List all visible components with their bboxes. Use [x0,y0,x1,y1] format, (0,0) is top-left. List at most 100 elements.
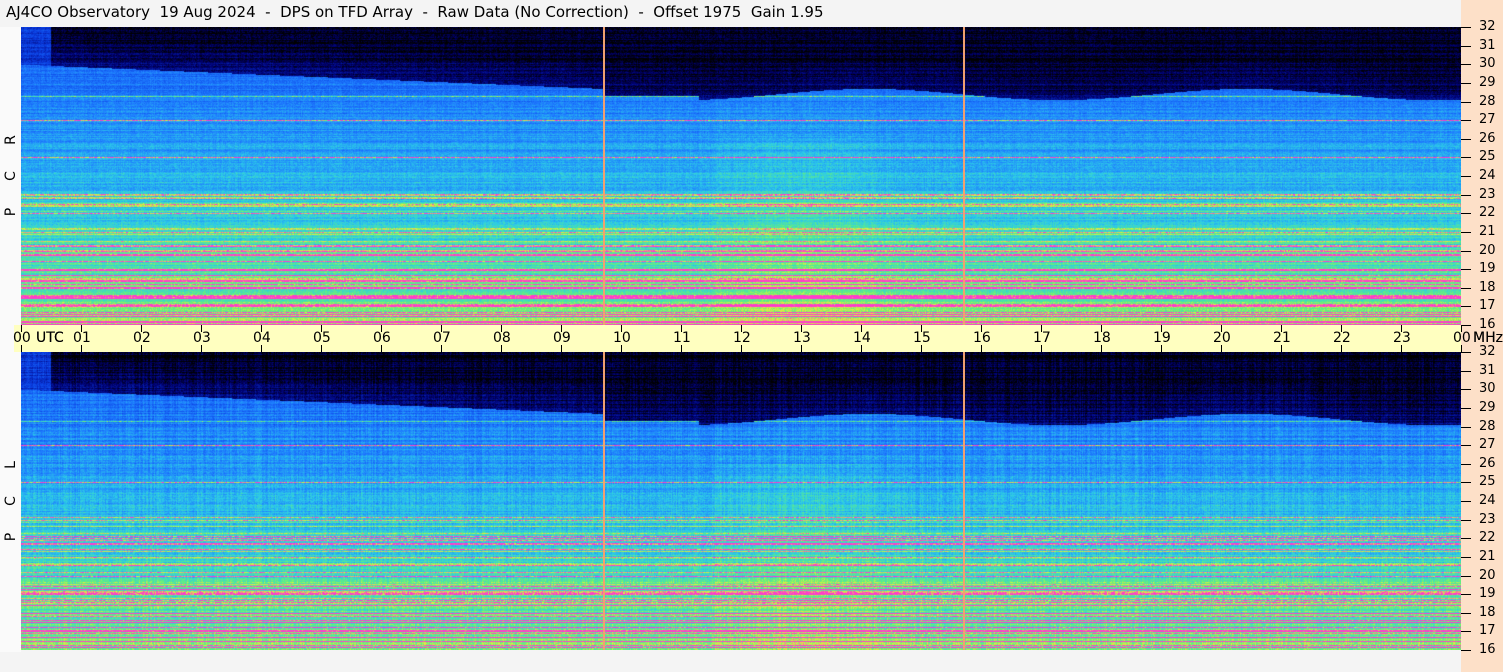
x-tick [501,345,502,352]
y-tick [1461,556,1471,558]
vertical-marker [603,27,606,325]
panel-letter: C [3,171,19,181]
y-tick [1461,426,1471,428]
y-tick [1461,612,1471,614]
y-tick-label: 21 [1479,223,1496,239]
y-tick-label: 23 [1479,186,1496,202]
x-tick-label: 17 [1033,330,1051,346]
y-tick [1461,194,1471,196]
y-tick [1461,287,1471,289]
y-tick [1461,538,1471,540]
x-tick [381,345,382,352]
y-tick [1461,370,1471,372]
y-tick [1461,631,1471,633]
y-tick-label: 20 [1479,242,1496,258]
x-tick [1341,345,1342,352]
rcp-spectrogram [21,27,1461,325]
x-tick-label: 00 [1453,330,1471,346]
y-tick-label: 26 [1479,130,1496,146]
vertical-marker [963,352,966,650]
x-tick [1161,345,1162,352]
x-tick-label: 02 [133,330,151,346]
y-tick [1461,389,1471,391]
rcp-heatmap [21,27,1461,325]
x-tick-label: 14 [853,330,871,346]
y-tick-label: 22 [1479,530,1496,546]
y-tick [1461,82,1471,84]
x-tick-label: 20 [1213,330,1231,346]
y-tick-label: 30 [1479,56,1496,72]
x-unit-label: UTC [36,330,64,346]
y-tick [1461,445,1471,447]
y-tick [1461,482,1471,484]
x-tick [921,345,922,352]
x-tick [1041,345,1042,352]
x-tick [861,345,862,352]
y-tick-label: 18 [1479,604,1496,620]
x-tick [1221,345,1222,352]
y-tick-label: 32 [1479,19,1496,34]
y-tick [1461,213,1471,215]
x-tick-label: 12 [733,330,751,346]
x-tick-label: 11 [673,330,691,346]
y-tick-label: 27 [1479,437,1496,453]
x-tick [321,345,322,352]
y-tick-label: 25 [1479,474,1496,490]
panel-letter: R [3,135,19,145]
y-tick-label: 29 [1479,399,1496,415]
y-tick-label: 20 [1479,567,1496,583]
y-tick-label: 28 [1479,418,1496,434]
y-tick [1461,176,1471,177]
panel-letter: P [3,207,19,217]
x-tick-label: 13 [793,330,811,346]
x-tick-label: 18 [1093,330,1111,346]
x-tick-label: 03 [193,330,211,346]
x-tick-label: 04 [253,330,271,346]
x-tick-label: 08 [493,330,511,346]
x-tick-label: 10 [613,330,631,346]
y-tick-label: 32 [1479,344,1496,359]
x-tick [441,345,442,352]
y-tick-label: 31 [1479,37,1496,53]
x-tick-label: 07 [433,330,451,346]
x-tick [981,345,982,352]
y-tick [1461,120,1471,122]
x-tick [21,345,22,352]
y-tick-label: 29 [1479,74,1496,90]
x-tick-label: 00 [13,330,31,346]
y-tick-label: 27 [1479,112,1496,128]
y-tick [1461,231,1471,233]
x-tick-label: 01 [73,330,91,346]
y-tick [1461,269,1471,271]
chart-title: AJ4CO Observatory 19 Aug 2024 - DPS on T… [6,3,824,21]
x-tick [801,345,802,352]
lcp-heatmap [21,352,1461,650]
y-tick-label: 18 [1479,279,1496,295]
y-tick-label: 19 [1479,261,1496,277]
y-tick [1461,650,1471,651]
x-tick-label: 15 [913,330,931,346]
y-tick [1461,157,1471,159]
y-tick [1461,325,1471,326]
y-tick-label: 22 [1479,205,1496,221]
y-tick [1461,463,1471,465]
x-tick-label: 22 [1333,330,1351,346]
y-tick [1461,407,1471,409]
y-tick [1461,352,1471,353]
x-tick [261,345,262,352]
y-tick-label: 26 [1479,455,1496,471]
x-tick-label: 23 [1393,330,1411,346]
x-tick-label: 21 [1273,330,1291,346]
x-tick [1101,345,1102,352]
x-tick-label: 16 [973,330,991,346]
x-tick [1401,345,1402,352]
x-tick [741,345,742,352]
y-tick-label: 28 [1479,93,1496,109]
panel-letter: L [3,461,19,469]
vertical-marker [963,27,966,325]
x-tick [1461,345,1462,352]
y-tick-label: 21 [1479,548,1496,564]
x-tick-label: 09 [553,330,571,346]
x-tick-label: 05 [313,330,331,346]
y-tick-label: 25 [1479,149,1496,165]
